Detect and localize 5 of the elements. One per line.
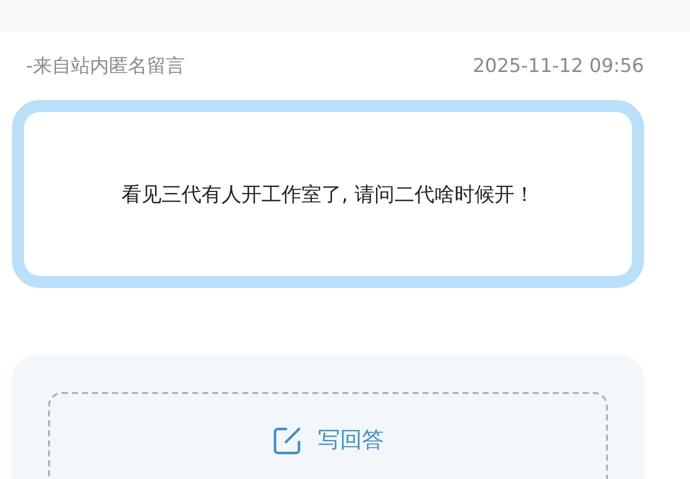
edit-icon bbox=[272, 426, 302, 456]
message-time: 2025-11-12 09:56 bbox=[472, 54, 644, 79]
message-text: 看见三代有人开工作室了, 请问二代啥时候开！ bbox=[122, 181, 534, 208]
write-answer-button[interactable]: 写回答 bbox=[272, 424, 384, 457]
message-source: -来自站内匿名留言 bbox=[26, 54, 185, 79]
